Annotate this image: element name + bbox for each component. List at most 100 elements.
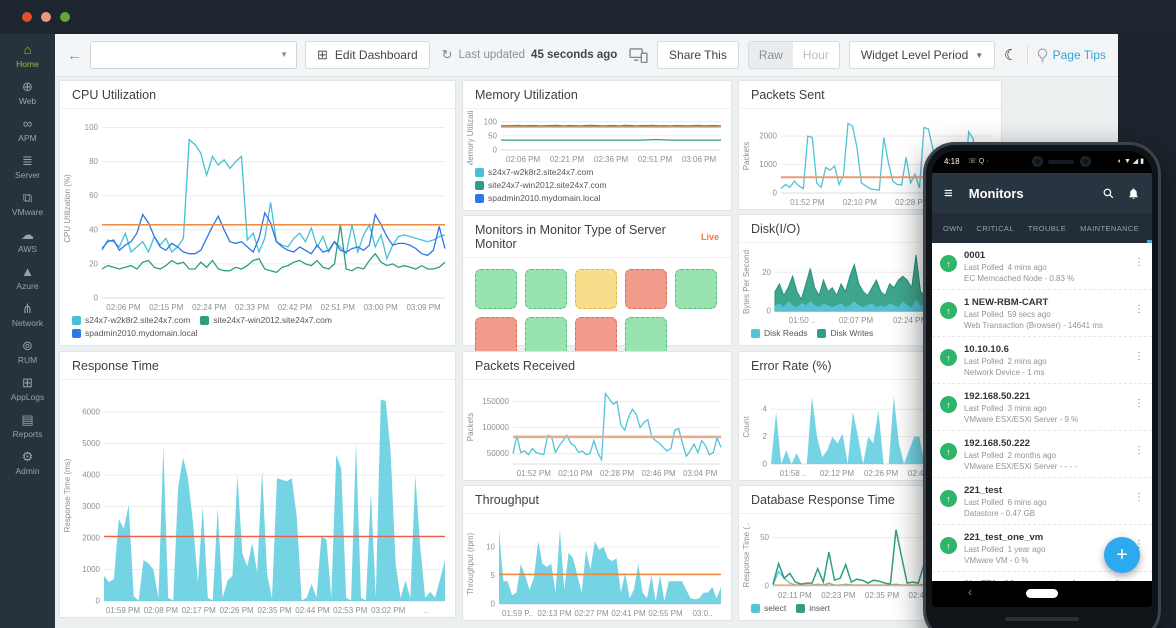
bell-icon[interactable] — [1127, 187, 1140, 200]
card-title-text: Throughput — [475, 493, 539, 507]
svg-text:Response Time (ms): Response Time (ms) — [63, 458, 72, 532]
sidebar-item-label: Network — [12, 318, 43, 328]
legend-swatch — [751, 329, 760, 338]
sidebar-item-web[interactable]: ⊕Web — [0, 75, 55, 112]
window-control-dot[interactable] — [22, 12, 32, 22]
android-home-pill[interactable] — [1026, 589, 1058, 598]
legend-swatch — [817, 329, 826, 338]
monitor-list-item[interactable]: ↑221_testLast Polled 6 mins agoDatastore… — [932, 478, 1152, 525]
sidebar-item-rum[interactable]: ⊚RUM — [0, 334, 55, 371]
legend-item: site24x7-win2012.site24x7.com — [475, 180, 607, 190]
devices-icon[interactable] — [629, 48, 648, 63]
more-menu-icon[interactable]: ⋮ — [1134, 257, 1144, 284]
phone-tab-trouble[interactable]: TROUBLE — [1021, 213, 1073, 243]
monitor-list-item[interactable]: ↑0001Last Polled 4 mins agoEC Memcached … — [932, 243, 1152, 290]
svg-text:02:41 PM: 02:41 PM — [611, 609, 646, 618]
lightbulb-icon — [1037, 48, 1048, 63]
monitor-list-item[interactable]: ↑1 NEW-RBM-CARTLast Polled 59 secs agoWe… — [932, 290, 1152, 337]
sidebar-item-aws[interactable]: ☁AWS — [0, 223, 55, 260]
sidebar-item-apm[interactable]: ∞APM — [0, 112, 55, 149]
svg-text:80: 80 — [89, 157, 98, 166]
sidebar-item-admin[interactable]: ⚙Admin — [0, 445, 55, 482]
svg-text:02:06 PM: 02:06 PM — [506, 155, 541, 164]
dashboard-grid-icon: ⊞ — [317, 47, 328, 63]
dashboard-select[interactable]: ▼ — [90, 41, 297, 69]
sidebar-item-home[interactable]: ⌂Home — [0, 38, 55, 75]
phone-tab-up[interactable]: UP — [1146, 213, 1152, 243]
sidebar-item-reports[interactable]: ▤Reports — [0, 408, 55, 445]
svg-text:Response Time (..: Response Time (.. — [742, 523, 751, 588]
svg-text:02:07 PM: 02:07 PM — [839, 316, 874, 325]
svg-text:01:59 P..: 01:59 P.. — [502, 609, 533, 618]
phone-tab-own[interactable]: OWN — [936, 213, 970, 243]
svg-text:02:35 PM: 02:35 PM — [865, 591, 900, 600]
hour-option[interactable]: Hour — [793, 42, 839, 68]
monitor-list-item[interactable]: ↑192.168.50.221Last Polled 3 mins agoVMw… — [932, 384, 1152, 431]
more-menu-icon[interactable]: ⋮ — [1134, 492, 1144, 519]
svg-text:4: 4 — [763, 405, 768, 414]
status-icons: ◐ ▼ ◢ ▮ — [1118, 157, 1144, 165]
sidebar-item-azure[interactable]: ▲Azure — [0, 260, 55, 297]
card-title: Throughput — [463, 486, 731, 514]
monitor-list-item[interactable]: ↑192.168.50.222Last Polled 2 months agoV… — [932, 431, 1152, 478]
more-menu-icon[interactable]: ⋮ — [1134, 351, 1144, 378]
toolbar-right-group: Share This Raw Hour Widget Level Period … — [629, 41, 1106, 69]
raw-hour-toggle[interactable]: Raw Hour — [748, 41, 840, 69]
raw-option[interactable]: Raw — [749, 42, 793, 68]
add-monitor-fab[interactable]: + — [1104, 537, 1140, 573]
page-tips-link[interactable]: Page Tips — [1037, 48, 1106, 63]
monitor-list-item[interactable]: ↑9hu772w99g.execute-api.us-east-1....⋮ — [932, 572, 1152, 581]
svg-text:Bytes Per Second: Bytes Per Second — [742, 250, 751, 314]
back-arrow-icon[interactable]: ← — [67, 47, 82, 64]
legend-item: insert — [796, 603, 830, 613]
svg-text:02:27 PM: 02:27 PM — [574, 609, 609, 618]
hamburger-menu-icon[interactable]: ≡ — [944, 185, 953, 202]
dark-mode-moon-icon[interactable]: ☾ — [1004, 46, 1017, 64]
sidebar-item-network[interactable]: ⋔Network — [0, 297, 55, 334]
window-control-dot[interactable] — [41, 12, 51, 22]
svg-text:02:15 PM: 02:15 PM — [149, 303, 184, 312]
more-menu-icon[interactable]: ⋮ — [1134, 304, 1144, 331]
sidebar-item-applogs[interactable]: ⊞AppLogs — [0, 371, 55, 408]
monitor-status-cell-up[interactable] — [475, 269, 517, 309]
more-menu-icon[interactable]: ⋮ — [1134, 445, 1144, 472]
card-title-text: Error Rate (%) — [751, 359, 832, 373]
card-title: Monitors in Monitor Type of Server Monit… — [463, 216, 731, 258]
more-menu-icon[interactable]: ⋮ — [1134, 398, 1144, 425]
monitor-name: 192.168.50.222 — [964, 437, 1127, 450]
legend-swatch — [475, 194, 484, 203]
svg-text:01:52 PM: 01:52 PM — [517, 469, 552, 478]
monitor-list-item[interactable]: ↑10.10.10.6Last Polled 2 mins agoNetwork… — [932, 337, 1152, 384]
live-badge: Live — [701, 232, 719, 242]
monitor-info: Network Device - 1 ms — [964, 367, 1127, 378]
monitor-status-cell-up[interactable] — [675, 269, 717, 309]
window-control-dot[interactable] — [60, 12, 70, 22]
earpiece-speaker — [1048, 160, 1074, 164]
svg-text:02:12 PM: 02:12 PM — [820, 469, 855, 478]
monitor-status-cell-down[interactable] — [625, 269, 667, 309]
edit-dashboard-button[interactable]: ⊞ Edit Dashboard — [305, 41, 430, 69]
refresh-icon[interactable]: ↻ — [442, 47, 453, 63]
card-title: Memory Utilization — [463, 81, 731, 109]
monitor-status-cell-up[interactable] — [525, 269, 567, 309]
monitor-status-cell-trouble[interactable] — [575, 269, 617, 309]
bottom-speaker — [1005, 617, 1079, 621]
svg-text:02:28 PM: 02:28 PM — [600, 469, 635, 478]
svg-text:01:50 ..: 01:50 .. — [789, 316, 816, 325]
legend-swatch — [751, 604, 760, 613]
sidebar-item-vmware[interactable]: ⧉VMware — [0, 186, 55, 223]
sidebar-item-label: Admin — [15, 466, 39, 476]
sidebar-item-server[interactable]: ≣Server — [0, 149, 55, 186]
share-this-button[interactable]: Share This — [657, 41, 739, 69]
search-icon[interactable] — [1102, 187, 1115, 200]
svg-text:02:51 PM: 02:51 PM — [638, 155, 673, 164]
phone-tab-critical[interactable]: CRITICAL — [970, 213, 1021, 243]
widget-level-period-select[interactable]: Widget Level Period ▼ — [849, 41, 995, 69]
sidebar-item-label: Web — [19, 96, 36, 106]
vmware-icon: ⧉ — [23, 191, 32, 205]
svg-text:02:33 PM: 02:33 PM — [235, 303, 270, 312]
divider — [1027, 45, 1028, 65]
phone-tab-maintenance[interactable]: MAINTENANCE — [1073, 213, 1146, 243]
android-back-icon[interactable]: ‹ — [968, 585, 972, 599]
monitor-name: 1 NEW-RBM-CART — [964, 296, 1127, 309]
